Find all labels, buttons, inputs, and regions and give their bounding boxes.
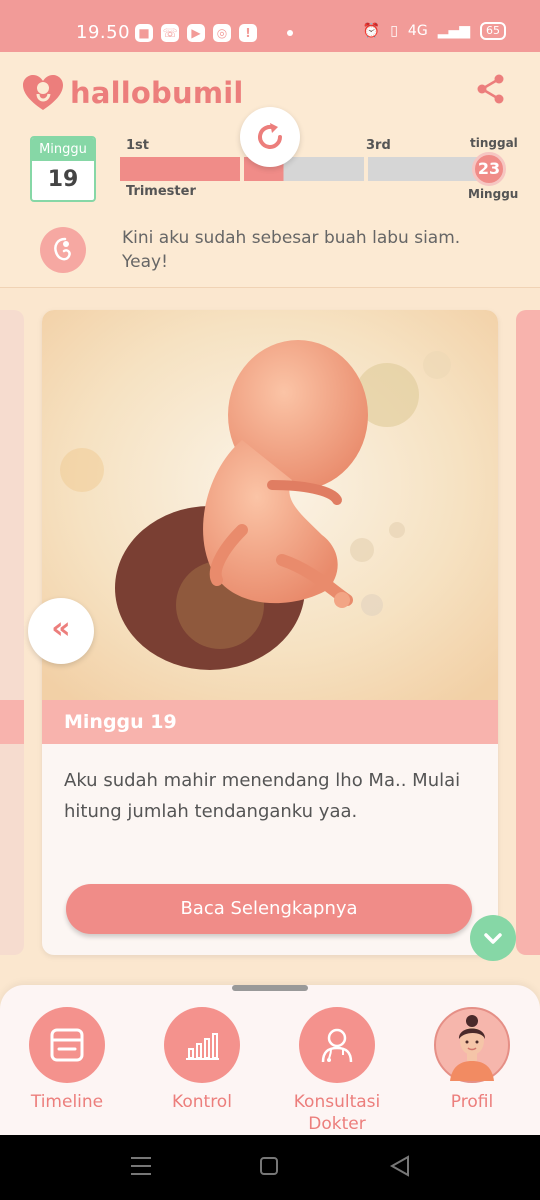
read-more-button[interactable]: Baca Selengkapnya xyxy=(66,884,472,934)
app-notification-icon: ■ xyxy=(135,24,153,42)
third-trimester-label: 3rd xyxy=(366,138,391,153)
week-card: Minggu 19 Aku sudah mahir menendang lho … xyxy=(42,310,498,955)
nav-konsultasi-label: Konsultasi Dokter xyxy=(293,1092,381,1134)
nav-profil[interactable]: Profil xyxy=(412,1007,532,1113)
play-notification-icon: ▶ xyxy=(187,24,205,42)
week-number: 19 xyxy=(47,167,79,192)
app-logo: hallobumil xyxy=(22,74,244,112)
chevron-down-icon xyxy=(484,933,502,944)
avatar xyxy=(434,1007,510,1083)
progress-segment-1 xyxy=(120,157,240,181)
alarm-icon: ⏰ xyxy=(362,23,381,39)
scroll-down-button[interactable] xyxy=(470,915,516,961)
doctor-icon xyxy=(299,1007,375,1083)
more-dot-icon xyxy=(287,30,293,36)
bottom-navigation: Timeline Kontrol Konsultasi Dokter Profi… xyxy=(0,985,540,1135)
system-status-icons: ⏰ ▯ 4G ▂▄▆ 65 xyxy=(363,22,506,40)
weeks-remaining-badge: 23 xyxy=(472,152,506,186)
system-navigation-bar xyxy=(0,1135,540,1200)
remaining-unit-label: Minggu xyxy=(468,187,519,201)
pregnancy-progress-bar xyxy=(120,157,500,181)
share-button[interactable] xyxy=(476,74,506,108)
call-notification-icon: ☏ xyxy=(161,24,179,42)
recent-apps-icon[interactable] xyxy=(131,1157,151,1175)
week-badge: Minggu 19 xyxy=(30,136,96,202)
fetus-icon xyxy=(40,227,86,273)
warning-icon: ! xyxy=(239,24,257,42)
notification-icons: ■ ☏ ▶ ◎ ! xyxy=(135,24,293,42)
week-label: Minggu xyxy=(32,138,94,161)
previous-week-button[interactable]: « xyxy=(28,598,94,664)
timeline-icon xyxy=(29,1007,105,1083)
refresh-icon xyxy=(258,123,282,149)
fetus-image xyxy=(42,310,498,700)
sheet-handle[interactable] xyxy=(232,985,308,991)
status-time: 19.50 xyxy=(76,22,131,43)
previous-card-peek[interactable] xyxy=(0,310,24,955)
nav-kontrol[interactable]: Kontrol xyxy=(142,1007,262,1113)
trimester-label: Trimester xyxy=(126,184,196,199)
network-label: 4G xyxy=(407,23,428,39)
remaining-label: tinggal xyxy=(470,136,518,150)
chart-icon xyxy=(164,1007,240,1083)
instagram-icon: ◎ xyxy=(213,24,231,42)
refresh-button[interactable] xyxy=(240,107,300,167)
size-info-text: Kini aku sudah sebesar buah labu siam. Y… xyxy=(122,228,461,272)
nav-konsultasi-dokter[interactable]: Konsultasi Dokter xyxy=(277,1007,397,1135)
app-name: hallobumil xyxy=(70,76,244,110)
nav-timeline[interactable]: Timeline xyxy=(7,1007,127,1113)
size-info: Kini aku sudah sebesar buah labu siam. Y… xyxy=(40,225,510,275)
home-icon[interactable] xyxy=(260,1157,278,1175)
nav-profil-label: Profil xyxy=(450,1092,494,1112)
status-bar: 19.50 ■ ☏ ▶ ◎ ! ⏰ ▯ 4G ▂▄▆ 65 xyxy=(0,0,540,52)
nav-timeline-label: Timeline xyxy=(30,1092,104,1112)
vibrate-icon: ▯ xyxy=(390,23,398,39)
next-card-peek[interactable] xyxy=(516,310,540,955)
previous-card-title-strip xyxy=(0,700,24,744)
first-trimester-label: 1st xyxy=(126,138,149,153)
card-title: Minggu 19 xyxy=(42,700,498,744)
heart-baby-icon xyxy=(23,75,63,110)
back-icon[interactable] xyxy=(389,1155,409,1177)
pregnancy-header: hallobumil Minggu 19 1st 3rd tinggal 23 … xyxy=(0,52,540,288)
battery-indicator: 65 xyxy=(480,22,506,40)
share-icon xyxy=(477,74,504,104)
card-description: Aku sudah mahir menendang lho Ma.. Mulai… xyxy=(64,770,461,822)
signal-icon: ▂▄▆ xyxy=(437,23,470,39)
nav-kontrol-label: Kontrol xyxy=(172,1092,232,1112)
